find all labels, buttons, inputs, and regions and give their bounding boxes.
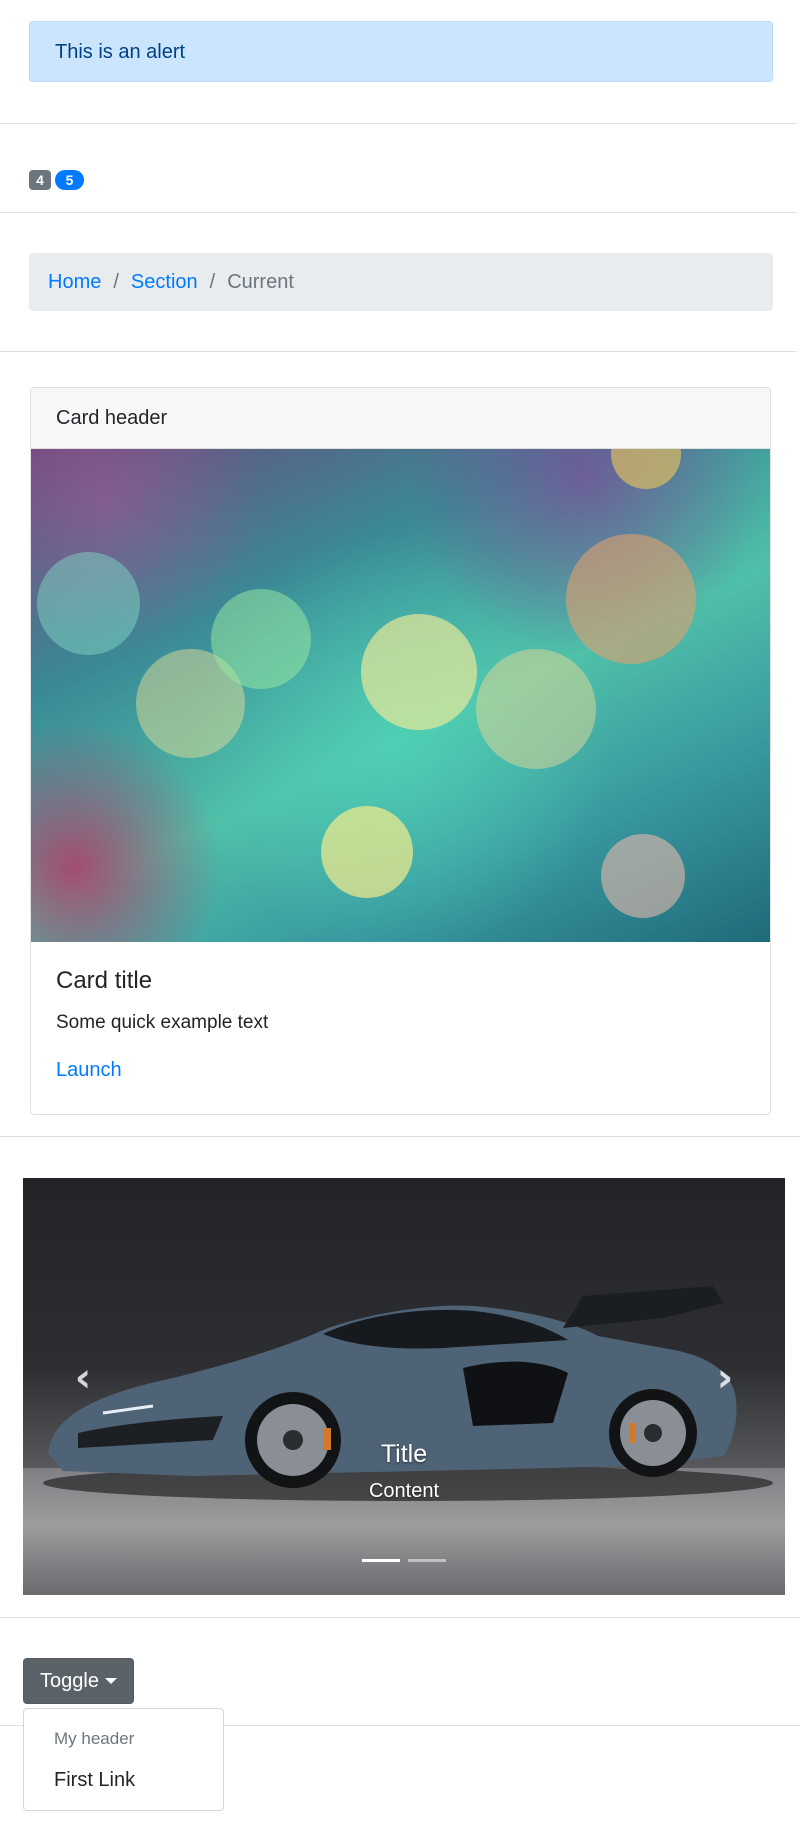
badge-primary-pill: 5 — [55, 170, 84, 190]
carousel-indicator[interactable] — [408, 1559, 446, 1562]
dropdown-menu: My header First Link — [23, 1708, 224, 1811]
dropdown-toggle-button[interactable]: Toggle — [23, 1658, 134, 1704]
bokeh-lights-image — [31, 449, 770, 942]
badge-secondary: 4 — [29, 170, 51, 190]
carousel[interactable]: ‹ › Title Content — [23, 1178, 785, 1595]
card-header: Card header — [31, 388, 770, 449]
breadcrumb: Home / Section / Current — [29, 253, 773, 311]
breadcrumb-link-home[interactable]: Home — [48, 271, 101, 293]
divider — [0, 351, 797, 352]
chevron-right-icon[interactable]: › — [705, 1358, 745, 1398]
carousel-indicator-active[interactable] — [362, 1559, 400, 1562]
dropdown-header: My header — [54, 1729, 135, 1748]
carousel-caption-text: Content — [368, 1480, 440, 1502]
divider — [0, 1617, 800, 1618]
toggle-label: Toggle — [40, 1670, 99, 1692]
launch-link[interactable]: Launch — [56, 1059, 122, 1081]
breadcrumb-current: Current — [227, 271, 294, 293]
dropdown-item-first-link[interactable]: First Link — [54, 1769, 135, 1792]
chevron-left-icon[interactable]: ‹ — [63, 1358, 103, 1398]
divider — [0, 123, 797, 124]
card-title: Card title — [56, 967, 153, 994]
alert: This is an alert — [29, 21, 773, 82]
card: Card header Card title Some quick exampl… — [30, 387, 771, 1115]
divider — [0, 1136, 800, 1137]
card-text: Some quick example text — [56, 1012, 269, 1033]
divider — [0, 212, 797, 213]
carousel-caption-title: Title — [380, 1440, 428, 1468]
breadcrumb-separator: / — [113, 271, 119, 293]
sports-car-image — [43, 1286, 773, 1501]
breadcrumb-separator: / — [209, 271, 216, 293]
card-body: Card title Some quick example text Launc… — [31, 942, 770, 1107]
caret-down-icon — [104, 1678, 117, 1684]
breadcrumb-link-section[interactable]: Section — [131, 271, 198, 293]
